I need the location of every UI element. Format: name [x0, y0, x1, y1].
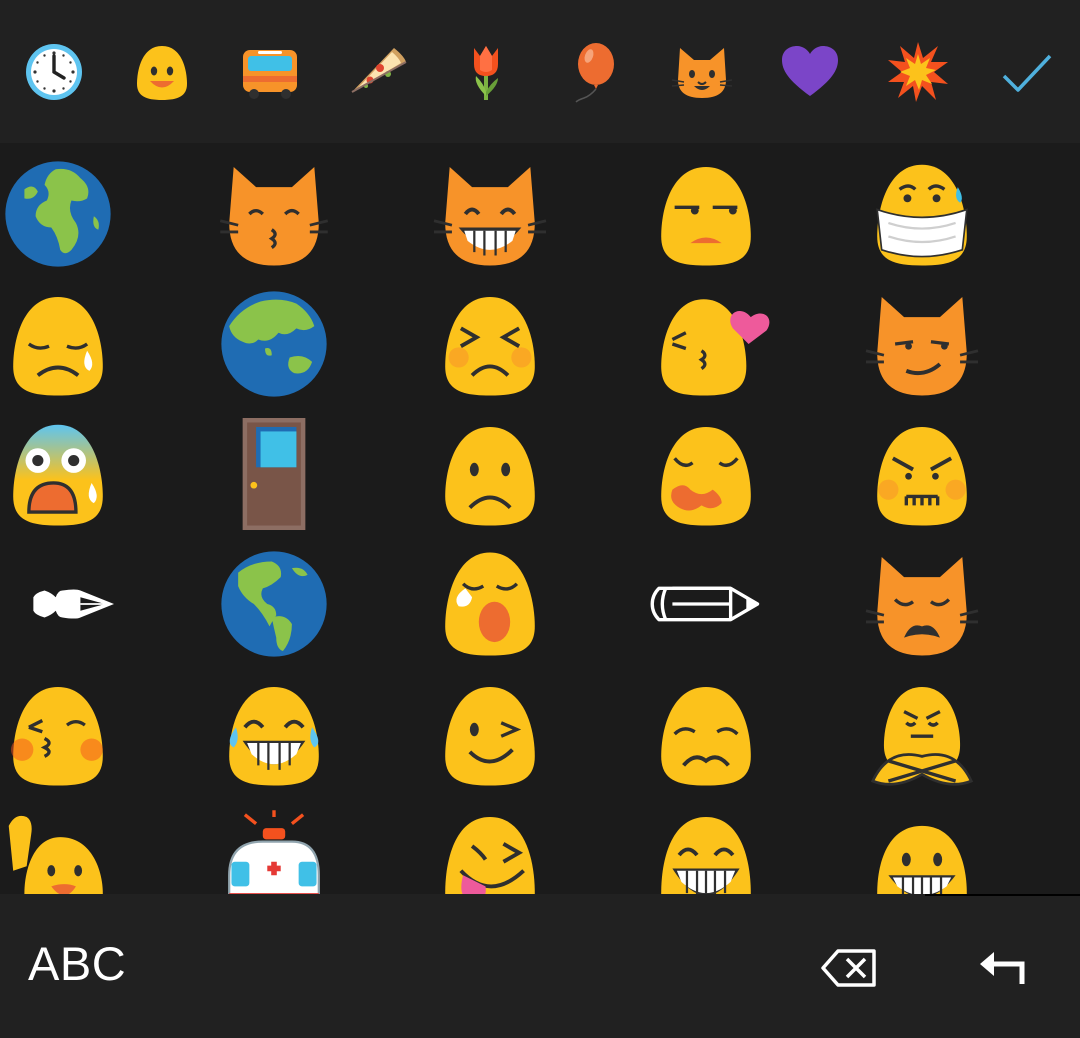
emoji-globe-europe-africa[interactable]: [0, 149, 166, 279]
smirking-cat-icon: [865, 296, 979, 396]
tulip-icon: [474, 45, 498, 100]
globe-europe-africa-icon: [5, 161, 111, 267]
emoji-sleepy-face[interactable]: [382, 539, 598, 669]
kissing-cat-icon: [219, 166, 329, 266]
grinning-face-icon: [661, 816, 751, 894]
emoji-winking-face[interactable]: [382, 669, 598, 799]
abc-keyboard-switch-button[interactable]: ABC: [28, 936, 126, 991]
globe-americas-icon: [221, 551, 327, 657]
emoji-grid: [0, 143, 1080, 894]
emoji-kissing-face-closed-eyes[interactable]: [0, 669, 166, 799]
grinning-cat-icon: [433, 166, 547, 266]
ambulance-icon: [228, 810, 320, 894]
heart-icon: [782, 45, 838, 96]
emoji-grinning-cat[interactable]: [382, 149, 598, 279]
balloon-icon: [575, 42, 614, 103]
tab-food[interactable]: [324, 0, 432, 143]
enter-button[interactable]: [978, 950, 1028, 986]
backspace-button[interactable]: [820, 948, 878, 988]
cat-icon: [671, 47, 733, 98]
winking-face-icon: [445, 686, 535, 786]
emoji-persevering-face[interactable]: [382, 279, 598, 409]
tab-flags[interactable]: [864, 0, 972, 143]
enter-icon: [980, 952, 1025, 984]
emoji-unamused-face[interactable]: [598, 149, 814, 279]
unamused-face-icon: [661, 166, 751, 266]
angry-face-icon: [877, 426, 967, 526]
no-good-gesture-icon: [870, 686, 974, 786]
tab-nature[interactable]: [432, 0, 540, 143]
collision-icon: [888, 41, 948, 102]
emoji-face-screaming-in-fear[interactable]: [0, 409, 166, 539]
emoji-no-good-gesture[interactable]: [814, 669, 1030, 799]
disappointed-relieved-face-icon: [13, 296, 103, 396]
emoji-globe-americas[interactable]: [166, 539, 382, 669]
raising-hand-icon: [8, 815, 103, 894]
emoji-ambulance[interactable]: [166, 799, 382, 894]
emoji-confounded-face[interactable]: [598, 409, 814, 539]
face-with-tears-of-joy-icon: [229, 686, 319, 786]
emoji-raising-hand[interactable]: [0, 799, 166, 894]
emoji-pencil[interactable]: [598, 539, 814, 669]
smiley-icon: [137, 45, 187, 100]
face-with-mask-icon: [876, 164, 968, 266]
emoji-weary-cat[interactable]: [814, 539, 1030, 669]
emoji-squinting-tongue-face[interactable]: [382, 799, 598, 894]
tab-done[interactable]: [972, 0, 1080, 143]
fountain-pen-icon: [33, 589, 114, 619]
emoji-worried-face[interactable]: [598, 669, 814, 799]
pizza-icon: [351, 47, 407, 93]
frowning-face-icon: [445, 426, 535, 526]
checkmark-icon: [1002, 54, 1052, 92]
globe-asia-australia-icon: [221, 291, 327, 397]
emoji-category-bar: [0, 0, 1080, 143]
sleepy-face-icon: [445, 552, 535, 656]
confounded-face-icon: [661, 426, 751, 526]
emoji-kissing-cat[interactable]: [166, 149, 382, 279]
emoji-door[interactable]: [166, 409, 382, 539]
face-screaming-in-fear-icon: [13, 424, 103, 526]
emoji-fountain-pen[interactable]: [0, 539, 166, 669]
divider: [925, 894, 1080, 896]
tab-animals[interactable]: [648, 0, 756, 143]
keyboard-bottom-bar: [0, 894, 1080, 1038]
emoji-face-with-tears-of-joy[interactable]: [166, 669, 382, 799]
emoji-frowning-face[interactable]: [382, 409, 598, 539]
tab-objects[interactable]: [540, 0, 648, 143]
squinting-tongue-face-icon: [445, 816, 535, 894]
tab-travel[interactable]: [216, 0, 324, 143]
face-blowing-kiss-icon: [661, 299, 770, 396]
emoji-disappointed-relieved-face[interactable]: [0, 279, 166, 409]
weary-cat-icon: [865, 556, 979, 656]
emoji-grinning-face-big[interactable]: [814, 799, 1030, 894]
emoji-face-blowing-kiss[interactable]: [598, 279, 814, 409]
tab-recent[interactable]: [0, 0, 108, 143]
tab-symbols[interactable]: [756, 0, 864, 143]
backspace-icon: [821, 949, 876, 987]
emoji-smirking-cat[interactable]: [814, 279, 1030, 409]
emoji-globe-asia-australia[interactable]: [166, 279, 382, 409]
worried-face-icon: [661, 686, 751, 786]
door-icon: [242, 418, 306, 530]
emoji-grinning-face[interactable]: [598, 799, 814, 894]
tab-smileys[interactable]: [108, 0, 216, 143]
clock-icon: [26, 43, 82, 100]
kissing-face-closed-eyes-icon: [10, 686, 103, 786]
emoji-angry-face[interactable]: [814, 409, 1030, 539]
emoji-face-with-mask[interactable]: [814, 149, 1030, 279]
persevering-face-icon: [445, 296, 535, 396]
bus-icon: [243, 49, 297, 99]
pencil-icon: [650, 586, 760, 622]
grinning-face-big-icon: [877, 825, 967, 894]
